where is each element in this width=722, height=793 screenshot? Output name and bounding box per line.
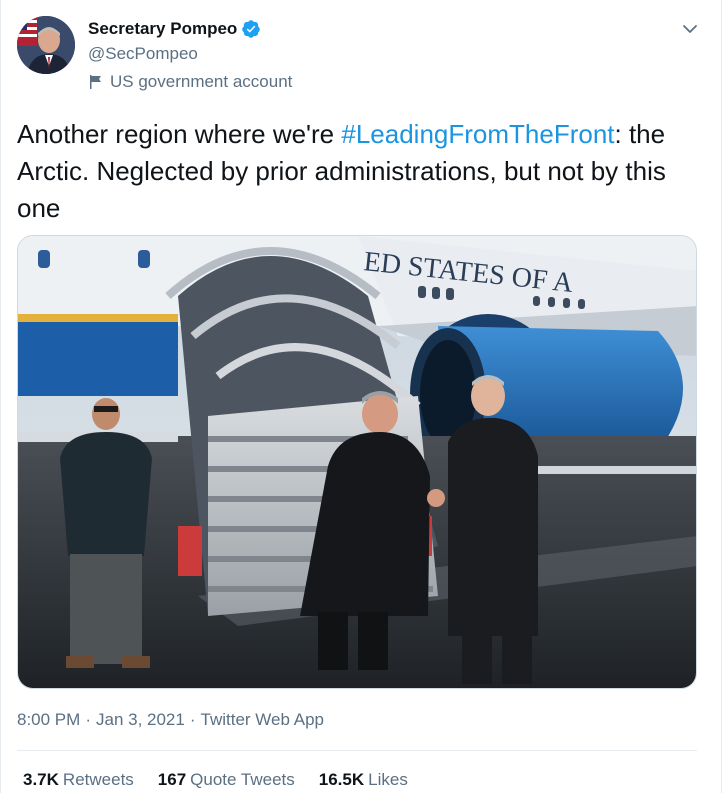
- retweets-stat[interactable]: 3.7K Retweets: [23, 768, 134, 792]
- likes-stat[interactable]: 16.5K Likes: [319, 768, 408, 792]
- government-label[interactable]: US government account: [88, 71, 292, 93]
- tweet-source[interactable]: Twitter Web App: [201, 710, 324, 729]
- flag-icon: [88, 74, 104, 90]
- likes-count: 16.5K: [318, 770, 365, 789]
- tweet-time[interactable]: 8:00 PM: [17, 710, 80, 729]
- tweet-text-before: Another region where we're: [17, 119, 342, 149]
- name-row: Secretary Pompeo: [88, 18, 292, 40]
- tweet-date[interactable]: Jan 3, 2021: [96, 710, 185, 729]
- quote-tweets-stat[interactable]: 167 Quote Tweets: [158, 768, 295, 792]
- tweet-meta: 8:00 PM · Jan 3, 2021 · Twitter Web App: [17, 708, 324, 732]
- tweet-text: Another region where we're #LeadingFromT…: [17, 116, 701, 227]
- tweet-photo[interactable]: ED STATES OF A: [17, 235, 697, 689]
- display-name[interactable]: Secretary Pompeo: [88, 19, 237, 39]
- likes-label: Likes: [368, 770, 408, 789]
- avatar[interactable]: [17, 16, 75, 74]
- handle[interactable]: @SecPompeo: [88, 43, 292, 65]
- meta-separator: ·: [85, 710, 91, 729]
- retweets-label: Retweets: [62, 770, 134, 789]
- retweets-count: 3.7K: [23, 770, 59, 789]
- hashtag-link[interactable]: #LeadingFromTheFront: [341, 119, 614, 149]
- more-options-button[interactable]: [675, 14, 705, 44]
- verified-badge-icon: [241, 19, 261, 39]
- tweet-stats: 3.7K Retweets 167 Quote Tweets 16.5K Likes: [23, 768, 432, 792]
- author-info: Secretary Pompeo @SecPompeo US governmen…: [88, 18, 292, 93]
- quote-tweets-label: Quote Tweets: [190, 770, 295, 789]
- tweet-card: Secretary Pompeo @SecPompeo US governmen…: [0, 0, 722, 793]
- divider: [17, 750, 697, 751]
- meta-separator: ·: [189, 710, 196, 729]
- photo-illustration: ED STATES OF A: [18, 236, 696, 688]
- government-label-text: US government account: [110, 72, 293, 91]
- chevron-down-icon: [683, 25, 697, 33]
- quote-tweets-count: 167: [157, 770, 187, 789]
